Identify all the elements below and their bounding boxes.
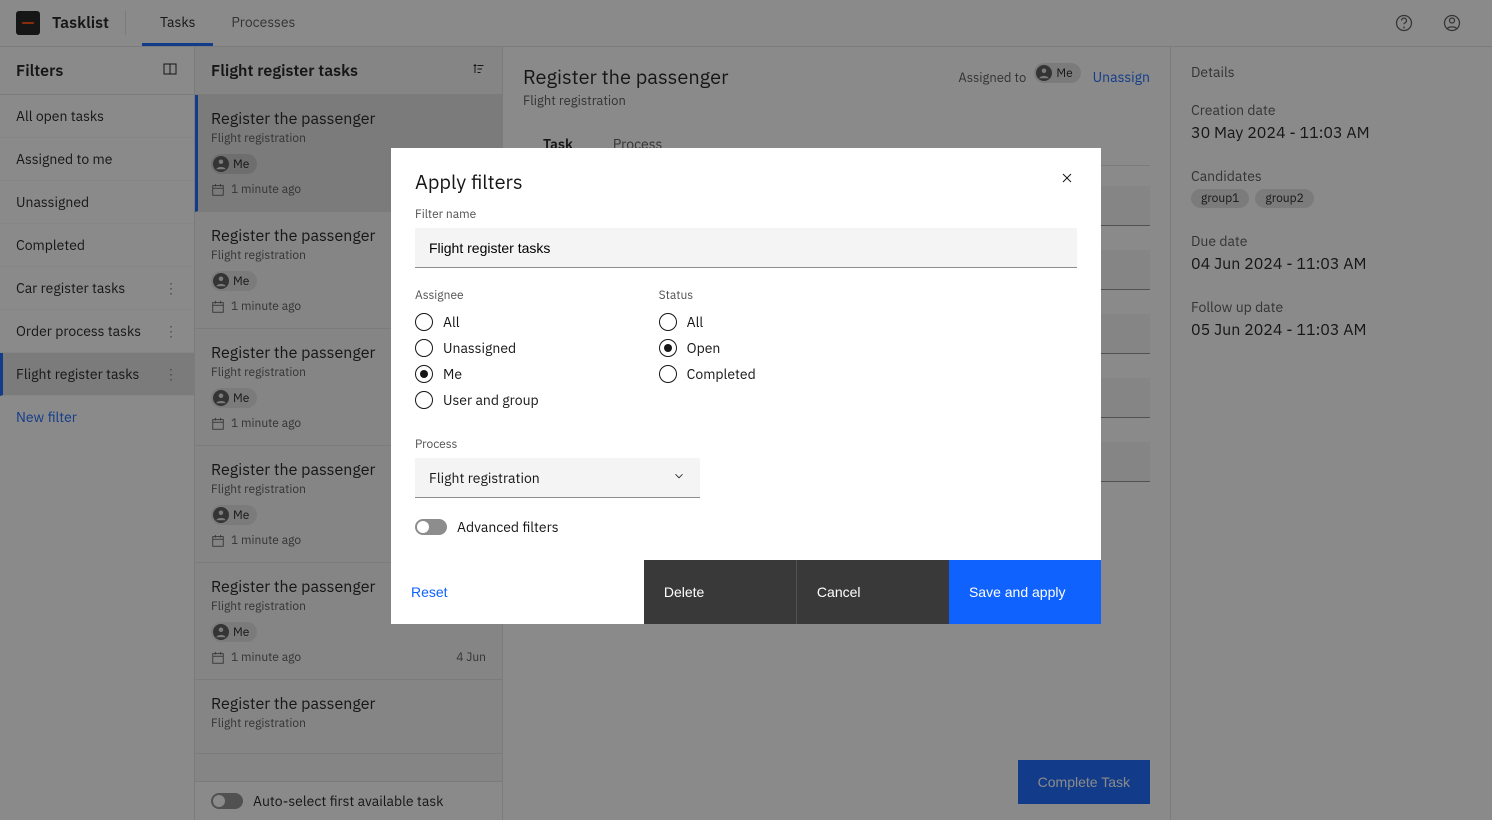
process-select[interactable]: Flight registration (415, 458, 700, 498)
radio-label: Open (687, 339, 721, 357)
radio-icon (415, 365, 433, 383)
assignee-option[interactable]: User and group (415, 391, 539, 409)
radio-label: Completed (687, 365, 756, 383)
status-label: Status (659, 288, 756, 303)
save-apply-button[interactable]: Save and apply (949, 560, 1101, 624)
filter-name-label: Filter name (415, 207, 1077, 222)
radio-icon (659, 339, 677, 357)
radio-label: All (443, 313, 460, 331)
modal-title: Apply filters (415, 168, 523, 195)
radio-label: Unassigned (443, 339, 516, 357)
filter-name-input[interactable] (415, 228, 1077, 268)
chevron-down-icon (672, 469, 686, 487)
assignee-option[interactable]: Unassigned (415, 339, 539, 357)
assignee-option[interactable]: Me (415, 365, 539, 383)
process-label: Process (415, 437, 1077, 452)
assignee-label: Assignee (415, 288, 539, 303)
process-value: Flight registration (429, 469, 540, 487)
assignee-radio-group: Assignee All Unassigned Me User and group (415, 288, 539, 417)
radio-label: User and group (443, 391, 539, 409)
advanced-filters-toggle-row: Advanced filters (415, 518, 1077, 536)
modal-overlay[interactable]: Apply filters Filter name Assignee All Un… (0, 0, 1492, 820)
radio-label: Me (443, 365, 462, 383)
radio-label: All (687, 313, 704, 331)
modal-footer: Reset Delete Cancel Save and apply (391, 560, 1101, 624)
reset-button[interactable]: Reset (391, 560, 644, 624)
status-option[interactable]: All (659, 313, 756, 331)
status-option[interactable]: Open (659, 339, 756, 357)
close-icon[interactable] (1057, 168, 1077, 192)
radio-icon (415, 313, 433, 331)
radio-icon (659, 313, 677, 331)
advanced-filters-toggle[interactable] (415, 519, 447, 535)
delete-button[interactable]: Delete (644, 560, 796, 624)
advanced-filters-label: Advanced filters (457, 518, 559, 536)
radio-icon (659, 365, 677, 383)
status-option[interactable]: Completed (659, 365, 756, 383)
assignee-option[interactable]: All (415, 313, 539, 331)
cancel-button[interactable]: Cancel (796, 560, 949, 624)
radio-icon (415, 339, 433, 357)
status-radio-group: Status All Open Completed (659, 288, 756, 417)
radio-icon (415, 391, 433, 409)
apply-filters-modal: Apply filters Filter name Assignee All Un… (391, 148, 1101, 624)
